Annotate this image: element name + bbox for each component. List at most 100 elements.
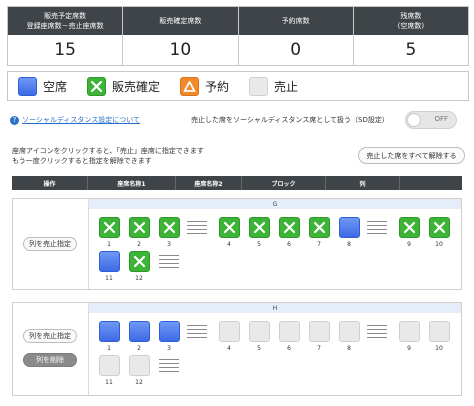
- seat-1[interactable]: 1: [97, 321, 121, 352]
- stopped-seat-icon[interactable]: [248, 321, 270, 342]
- stopped-seat-icon[interactable]: [218, 321, 240, 342]
- empty-seat-icon[interactable]: [158, 321, 180, 342]
- seat-2[interactable]: 2: [127, 321, 151, 352]
- instruction-line: もう一度クリックすると指定を解除できます: [12, 157, 152, 165]
- sd-setting-label: 売止した席をソーシャルディスタンス席として扱う（SD設定）: [191, 116, 389, 124]
- seat-3[interactable]: 3: [157, 217, 181, 248]
- seat-7[interactable]: 7: [307, 321, 331, 352]
- seat-5[interactable]: 5: [247, 217, 271, 248]
- seat-4[interactable]: 4: [217, 321, 241, 352]
- sold-seat-icon[interactable]: [98, 217, 120, 238]
- seat-2[interactable]: 2: [127, 217, 151, 248]
- reserved-seat-icon: [180, 76, 200, 96]
- col-block: ブロック: [242, 176, 326, 190]
- seat-number: 7: [317, 345, 321, 352]
- instruction-line: 座席アイコンをクリックすると、「売止」座席に指定できます: [12, 147, 204, 155]
- seat-12[interactable]: 12: [127, 355, 151, 386]
- row-label: G: [89, 199, 461, 209]
- empty-seat-icon: [18, 76, 37, 96]
- seat-9[interactable]: 9: [397, 321, 421, 352]
- stopped-seat-icon[interactable]: [128, 355, 150, 376]
- empty-seat-icon[interactable]: [338, 217, 360, 238]
- sd-toggle-switch[interactable]: OFF: [405, 111, 457, 129]
- seat-1[interactable]: 1: [97, 217, 121, 248]
- empty-seat-icon[interactable]: [98, 321, 120, 342]
- seat-legend: 空席 販売確定 予約 売止: [7, 71, 469, 101]
- toggle-knob: [407, 113, 421, 127]
- release-all-stopped-button[interactable]: 売止した席をすべて解除する: [358, 147, 465, 164]
- stopped-seat-icon[interactable]: [338, 321, 360, 342]
- seat-6[interactable]: 6: [277, 321, 301, 352]
- summary-label: 販売確定席数: [159, 17, 202, 25]
- summary-header: 残席数 (空席数): [353, 7, 468, 35]
- seat-10[interactable]: 10: [427, 321, 451, 352]
- summary-header: 販売予定席数 登録座席数－売止座席数: [8, 7, 123, 35]
- row-label: H: [89, 303, 461, 313]
- sold-seat-icon[interactable]: [248, 217, 270, 238]
- seat-number: 8: [347, 345, 351, 352]
- legend-label: 販売確定: [112, 79, 161, 94]
- sold-seat-icon[interactable]: [428, 217, 450, 238]
- sold-seat-icon: [87, 76, 107, 96]
- mark-row-stopped-button[interactable]: 列を売止指定: [23, 237, 77, 251]
- summary-value: 0: [290, 40, 302, 60]
- summary-sold: 販売確定席数 10: [123, 7, 239, 65]
- seat-12[interactable]: 12: [127, 251, 151, 282]
- stopped-seat-icon[interactable]: [398, 321, 420, 342]
- seat-number: 12: [135, 275, 143, 282]
- link-text: ソーシャルディスタンス設定について: [22, 116, 141, 124]
- sold-seat-icon[interactable]: [278, 217, 300, 238]
- seat-3[interactable]: 3: [157, 321, 181, 352]
- seat-10[interactable]: 10: [427, 217, 451, 248]
- sold-seat-icon[interactable]: [398, 217, 420, 238]
- stopped-seat-icon[interactable]: [98, 355, 120, 376]
- row-operations: 列を売止指定: [13, 199, 89, 289]
- seat-6[interactable]: 6: [277, 217, 301, 248]
- seat-number: 6: [287, 241, 291, 248]
- summary-sublabel: (空席数): [397, 22, 425, 30]
- stopped-seat-icon[interactable]: [428, 321, 450, 342]
- summary-reserved: 予約席数 0: [238, 7, 354, 65]
- instructions: 座席アイコンをクリックすると、「売止」座席に指定できます もう一度クリックすると…: [12, 146, 204, 166]
- seat-9[interactable]: 9: [397, 217, 421, 248]
- column-header: 操作 座席名称1 座席名称2 ブロック 列: [12, 176, 462, 190]
- aisle-marker: [187, 325, 207, 341]
- seat-7[interactable]: 7: [307, 217, 331, 248]
- seat-5[interactable]: 5: [247, 321, 271, 352]
- delete-row-button[interactable]: 列を削除: [23, 353, 77, 367]
- aisle-marker: [159, 255, 179, 271]
- seat-11[interactable]: 11: [97, 251, 121, 282]
- stopped-seat-icon[interactable]: [308, 321, 330, 342]
- summary-value: 15: [54, 40, 76, 60]
- seat-number: 9: [407, 345, 411, 352]
- legend-stopped: 売止: [249, 76, 298, 96]
- summary-sublabel: 登録座席数－売止座席数: [26, 22, 104, 30]
- col-extra: [400, 176, 462, 190]
- seat-4[interactable]: 4: [217, 217, 241, 248]
- col-row: 列: [326, 176, 400, 190]
- sold-seat-icon[interactable]: [218, 217, 240, 238]
- sold-seat-icon[interactable]: [158, 217, 180, 238]
- aisle-marker: [367, 325, 387, 341]
- mark-row-stopped-button[interactable]: 列を売止指定: [23, 329, 77, 343]
- sold-seat-icon[interactable]: [128, 251, 150, 272]
- seat-summary-table: 販売予定席数 登録座席数－売止座席数 15 販売確定席数 10 予約席数 0 残…: [7, 6, 469, 66]
- col-operation: 操作: [12, 176, 88, 190]
- aisle-marker: [159, 359, 179, 375]
- seat-8[interactable]: 8: [337, 321, 361, 352]
- empty-seat-icon[interactable]: [128, 321, 150, 342]
- seat-row-block: 列を売止指定 G 1 2 3 4 5 6 7 8 9 10 11 12: [12, 198, 462, 290]
- seat-8[interactable]: 8: [337, 217, 361, 248]
- seat-number: 11: [105, 379, 113, 386]
- social-distance-help-link[interactable]: ? ソーシャルディスタンス設定について: [10, 115, 140, 125]
- empty-seat-icon[interactable]: [98, 251, 120, 272]
- sold-seat-icon[interactable]: [308, 217, 330, 238]
- legend-empty: 空席: [18, 76, 67, 96]
- seat-number: 5: [257, 345, 261, 352]
- seat-number: 4: [227, 345, 231, 352]
- summary-planned: 販売予定席数 登録座席数－売止座席数 15: [8, 7, 124, 65]
- sold-seat-icon[interactable]: [128, 217, 150, 238]
- stopped-seat-icon[interactable]: [278, 321, 300, 342]
- social-distance-row: ? ソーシャルディスタンス設定について 売止した席をソーシャルディスタンス席とし…: [7, 111, 469, 129]
- seat-11[interactable]: 11: [97, 355, 121, 386]
